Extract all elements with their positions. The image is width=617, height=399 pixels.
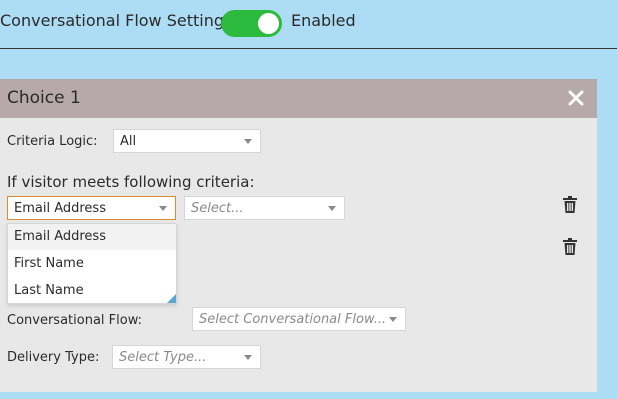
choice-panel-header: Choice 1 [0, 79, 597, 118]
choice-panel: Choice 1 Criteria Logic: All If visitor … [0, 79, 597, 392]
chevron-down-icon [159, 206, 167, 211]
criteria-logic-select[interactable]: All [113, 129, 261, 153]
criteria-operator-placeholder: Select... [191, 201, 244, 216]
option-first-name[interactable]: First Name [8, 251, 176, 277]
chevron-down-icon [328, 206, 336, 211]
delivery-type-placeholder: Select Type... [119, 350, 207, 365]
option-last-name[interactable]: Last Name [8, 278, 176, 304]
criteria-field-select[interactable]: Email Address [7, 196, 176, 220]
chevron-down-icon [244, 355, 252, 360]
conversational-flow-select[interactable]: Select Conversational Flow... [192, 307, 406, 331]
criteria-operator-select[interactable]: Select... [184, 196, 345, 220]
toggle-status-label: Enabled [291, 11, 356, 30]
chevron-down-icon [389, 317, 397, 322]
option-email-address[interactable]: Email Address [8, 224, 176, 250]
criteria-logic-value: All [120, 134, 137, 149]
criteria-field-options: Email Address First Name Last Name [7, 223, 177, 304]
enabled-toggle[interactable] [221, 10, 282, 37]
criteria-logic-label: Criteria Logic: [7, 134, 98, 149]
conversational-flow-placeholder: Select Conversational Flow... [199, 312, 387, 327]
close-icon[interactable] [567, 89, 585, 107]
criteria-field-value: Email Address [14, 201, 106, 216]
header-divider [0, 48, 617, 49]
delivery-type-select[interactable]: Select Type... [112, 345, 261, 369]
conversational-flow-label: Conversational Flow: [7, 313, 143, 328]
choice-title: Choice 1 [7, 88, 81, 108]
chevron-down-icon [244, 139, 252, 144]
resize-grip-icon[interactable] [167, 294, 176, 303]
page-title: Conversational Flow Settings [0, 11, 233, 30]
trash-icon[interactable] [563, 238, 577, 255]
trash-icon[interactable] [563, 196, 577, 213]
delivery-type-label: Delivery Type: [7, 350, 100, 365]
toggle-knob [258, 13, 279, 34]
criteria-heading: If visitor meets following criteria: [7, 173, 255, 191]
